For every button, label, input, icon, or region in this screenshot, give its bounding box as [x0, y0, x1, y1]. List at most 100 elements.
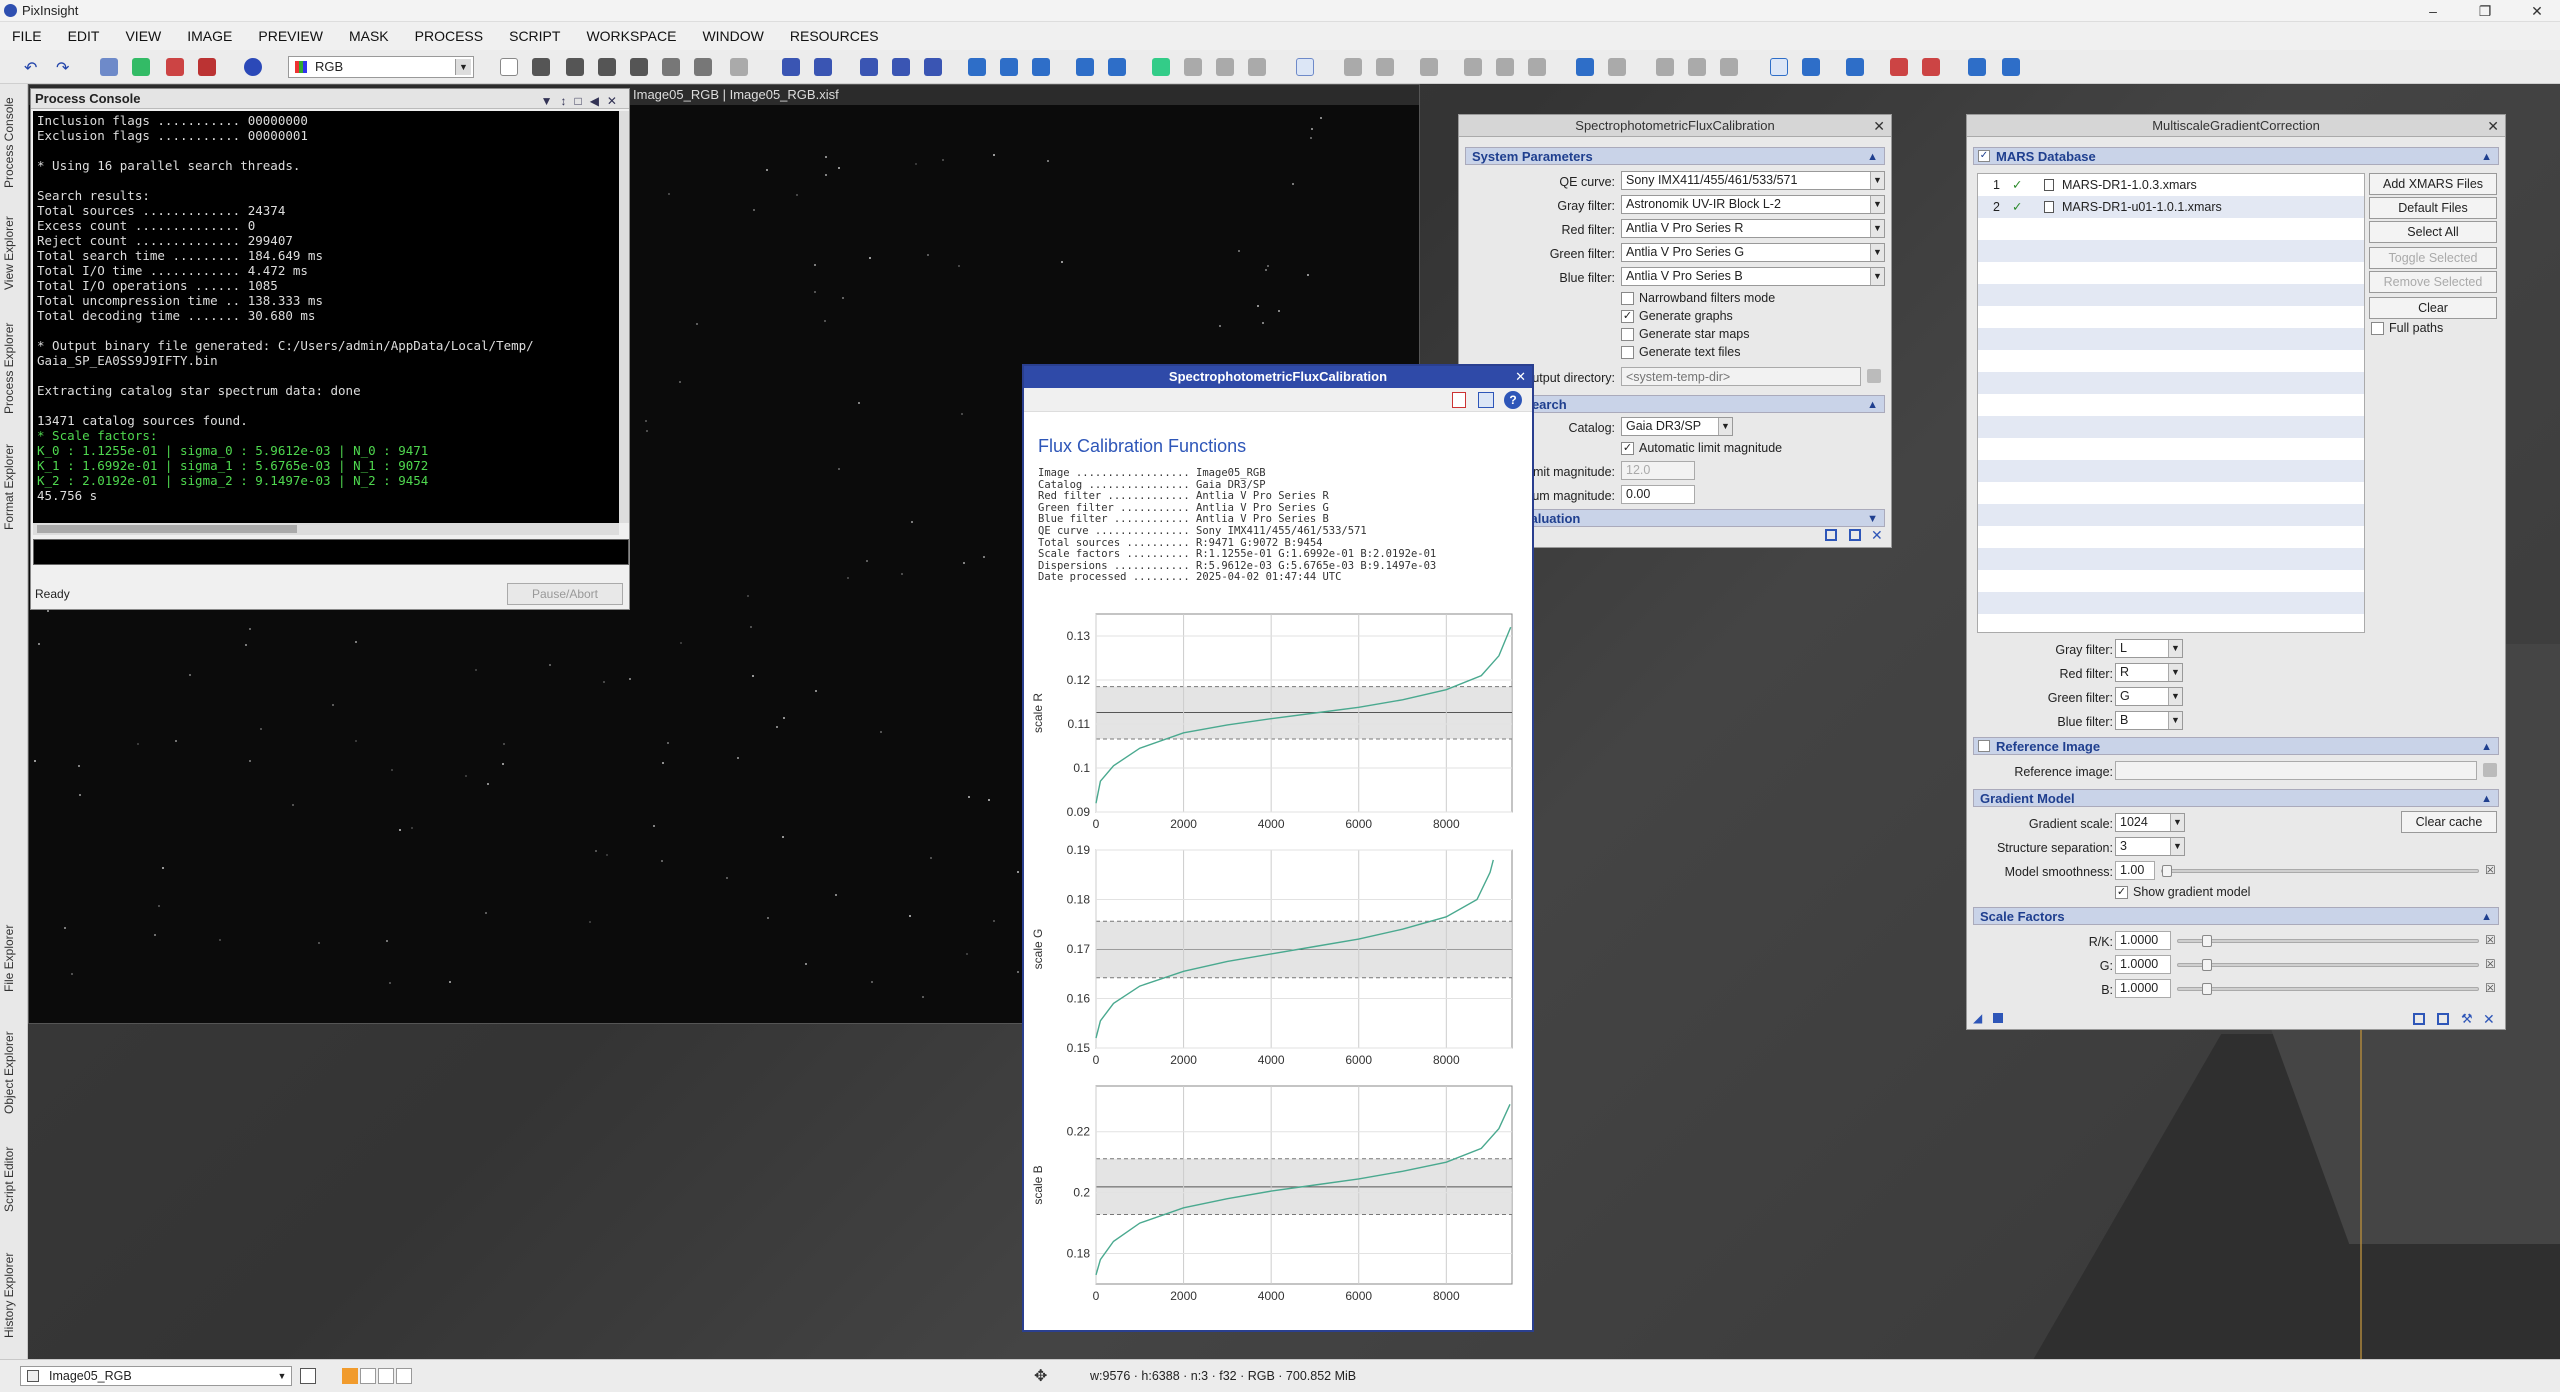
slider-knob[interactable] — [2202, 959, 2212, 971]
menu-edit[interactable]: EDIT — [68, 28, 100, 44]
b-slider[interactable] — [2177, 983, 2479, 995]
blue-filter-select[interactable]: Antlia V Pro Series B ▼ — [1621, 267, 1885, 286]
console-vertical-scrollbar[interactable] — [619, 111, 629, 523]
help-icon[interactable]: ? — [1504, 391, 1522, 409]
automatic-limit-magnitude-checkbox[interactable]: ✓ Automatic limit magnitude — [1621, 441, 1782, 455]
dock-tab-object-explorer[interactable]: Object Explorer — [2, 1008, 26, 1114]
readout-mode-icon[interactable] — [500, 58, 518, 76]
pan-icon[interactable] — [566, 58, 584, 76]
reset-icon[interactable]: ✕ — [2483, 1011, 2495, 1028]
mask-tool-icon[interactable] — [1296, 58, 1314, 76]
zoom-fit-icon[interactable] — [532, 58, 550, 76]
redo-icon[interactable]: ↷ — [56, 58, 74, 77]
select-tool-icon[interactable] — [662, 58, 680, 76]
browse-docs-icon[interactable] — [2413, 1013, 2425, 1025]
move-icon[interactable] — [598, 58, 616, 76]
screen-icon[interactable] — [1922, 58, 1940, 76]
screen-icon[interactable] — [1846, 58, 1864, 76]
model-smoothness-input[interactable]: 1.00 — [2115, 861, 2155, 880]
window-icon[interactable] — [1478, 392, 1494, 408]
screen-icon[interactable] — [1968, 58, 1986, 76]
full-paths-checkbox[interactable]: Full paths — [2371, 321, 2443, 335]
clear-button[interactable]: Clear — [2369, 297, 2497, 319]
track-view-icon[interactable] — [2437, 1013, 2449, 1025]
section-gradient-model[interactable]: Gradient Model ▲ — [1973, 789, 2499, 807]
maximize-icon[interactable]: ❐ — [2462, 0, 2508, 22]
reset-icon[interactable]: ☒ — [2485, 957, 2496, 971]
color-space-select[interactable]: RGB ▼ — [288, 56, 474, 78]
mask-color-icon[interactable] — [378, 1368, 394, 1384]
narrowband-checkbox[interactable]: Narrowband filters mode — [1621, 291, 1775, 305]
menu-window[interactable]: WINDOW — [702, 28, 763, 44]
slider-knob[interactable] — [2162, 865, 2172, 877]
select-all-button[interactable]: Select All — [2369, 221, 2497, 243]
screen-icon[interactable] — [2002, 58, 2020, 76]
b-input[interactable]: 1.0000 — [2115, 979, 2171, 998]
stf-icon[interactable] — [1420, 58, 1438, 76]
slider-knob[interactable] — [2202, 983, 2212, 995]
clear-cache-button[interactable]: Clear cache — [2401, 811, 2497, 833]
menu-script[interactable]: SCRIPT — [509, 28, 560, 44]
list-item[interactable]: 2 ✓ MARS-DR1-u01-1.0.1.xmars — [1978, 196, 2364, 218]
tile-icon[interactable] — [1108, 58, 1126, 76]
mgc-red-filter-select[interactable]: R ▼ — [2115, 663, 2183, 682]
reset-icon[interactable]: ☒ — [2485, 863, 2496, 877]
menu-resources[interactable]: RESOURCES — [790, 28, 879, 44]
stf-link-icon[interactable] — [1496, 58, 1514, 76]
dock-tab-view-explorer[interactable]: View Explorer — [2, 194, 26, 290]
section-reference-image[interactable]: Reference Image ▲ — [1973, 737, 2499, 755]
limit-magnitude-input[interactable]: 12.0 — [1621, 461, 1695, 480]
new-instance-icon[interactable]: ◢ — [1973, 1011, 1982, 1025]
toggle-selected-button[interactable]: Toggle Selected — [2369, 247, 2497, 269]
stf-auto-icon[interactable] — [1464, 58, 1482, 76]
fit-view-icon[interactable] — [968, 58, 986, 76]
catalog-select[interactable]: Gaia DR3/SP ▼ — [1621, 417, 1733, 436]
preview-tool-icon[interactable] — [1248, 58, 1266, 76]
close-icon[interactable]: ✕ — [1873, 115, 1885, 137]
menu-mask[interactable]: MASK — [349, 28, 389, 44]
folder-icon[interactable] — [2483, 763, 2497, 777]
menu-image[interactable]: IMAGE — [187, 28, 232, 44]
reference-image-input[interactable] — [2115, 761, 2477, 780]
close-icon[interactable]: ✕ — [2514, 0, 2560, 22]
menu-process[interactable]: PROCESS — [415, 28, 483, 44]
stf-reset-icon[interactable] — [1528, 58, 1546, 76]
generate-star-maps-checkbox[interactable]: Generate star maps — [1621, 327, 1749, 341]
screen-icon[interactable] — [1890, 58, 1908, 76]
gray-filter-select[interactable]: Astronomik UV-IR Block L-2 ▼ — [1621, 195, 1885, 214]
console-horizontal-scrollbar[interactable] — [33, 523, 619, 535]
rk-slider[interactable] — [2177, 935, 2479, 947]
close-icon[interactable]: ✕ — [1515, 366, 1526, 388]
mgc-green-filter-select[interactable]: G ▼ — [2115, 687, 2183, 706]
mask-color-icon[interactable] — [342, 1368, 358, 1384]
dock-tab-process-explorer[interactable]: Process Explorer — [2, 298, 26, 414]
new-preview-icon[interactable] — [1152, 58, 1170, 76]
default-files-button[interactable]: Default Files — [2369, 197, 2497, 219]
console-window-buttons[interactable]: ▼↕□◀✕ — [541, 91, 625, 111]
crosshair-icon[interactable] — [630, 58, 648, 76]
menu-preview[interactable]: PREVIEW — [258, 28, 323, 44]
menu-workspace[interactable]: WORKSPACE — [586, 28, 676, 44]
g-input[interactable]: 1.0000 — [2115, 955, 2171, 974]
new-image-icon[interactable] — [100, 58, 118, 76]
reset-icon[interactable]: ☒ — [2485, 981, 2496, 995]
section-mars-database[interactable]: ✓ MARS Database ▲ — [1973, 147, 2499, 165]
preferences-icon[interactable]: ⚒ — [2461, 1011, 2473, 1027]
qe-curve-select[interactable]: Sony IMX411/455/461/533/571 ▼ — [1621, 171, 1885, 190]
remove-selected-button[interactable]: Remove Selected — [2369, 271, 2497, 293]
list-item[interactable]: 1 ✓ MARS-DR1-1.0.3.xmars — [1978, 174, 2364, 196]
green-filter-select[interactable]: Antlia V Pro Series G ▼ — [1621, 243, 1885, 262]
refresh-icon[interactable] — [132, 58, 150, 76]
history-icon[interactable] — [1720, 58, 1738, 76]
show-gradient-model-checkbox[interactable]: ✓ Show gradient model — [2115, 885, 2250, 899]
zoom-1-1-icon[interactable] — [860, 58, 878, 76]
minimize-icon[interactable]: – — [2410, 0, 2456, 22]
channel-icon[interactable] — [198, 58, 216, 76]
pdf-export-icon[interactable] — [1452, 392, 1466, 408]
output-directory-input[interactable] — [1621, 367, 1861, 386]
mgc-blue-filter-select[interactable]: B ▼ — [2115, 711, 2183, 730]
add-xmars-files-button[interactable]: Add XMARS Files — [2369, 173, 2497, 195]
section-scale-factors[interactable]: Scale Factors ▲ — [1973, 907, 2499, 925]
folder-icon[interactable] — [1867, 369, 1881, 383]
history-icon[interactable] — [1656, 58, 1674, 76]
